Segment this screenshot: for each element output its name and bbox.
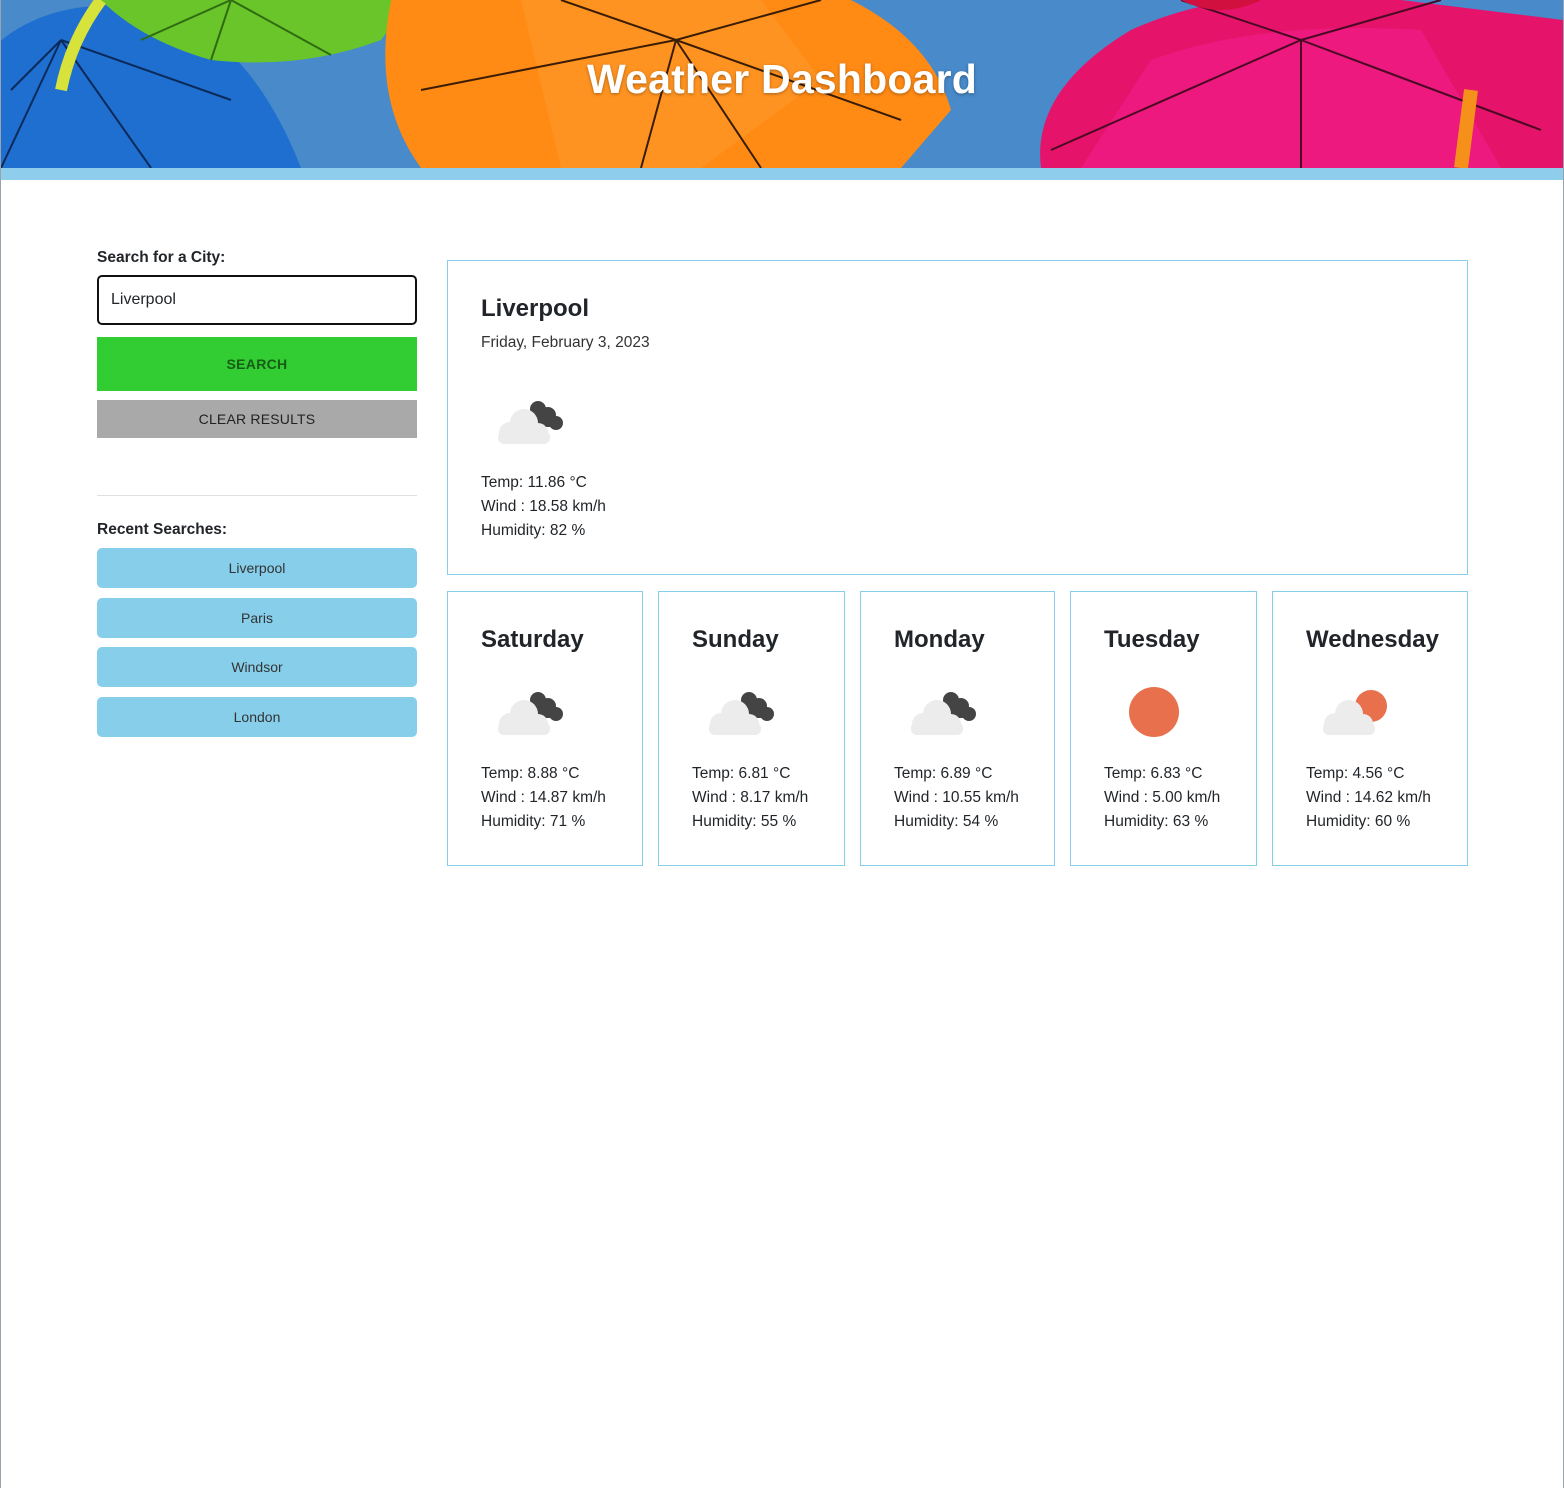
current-date: Friday, February 3, 2023	[481, 334, 650, 351]
forecast-humidity: Humidity: 54 %	[894, 813, 999, 830]
recent-search-london[interactable]: London	[97, 697, 417, 737]
recent-search-windsor[interactable]: Windsor	[97, 647, 417, 687]
forecast-wind: Wind : 14.87 km/h	[481, 789, 606, 806]
current-city: Liverpool	[481, 295, 590, 322]
clear-results-button[interactable]: CLEAR RESULTS	[97, 400, 417, 438]
forecast-temp: Temp: 6.83 °C	[1104, 765, 1203, 782]
broken-clouds-icon	[911, 692, 976, 735]
current-temp: Temp: 11.86 °C	[481, 474, 587, 491]
forecast-day: Monday	[894, 626, 985, 653]
sidebar-divider	[97, 495, 417, 496]
current-weather-card: Liverpool Friday, February 3, 2023 Temp:…	[447, 260, 1468, 575]
forecast-day: Tuesday	[1104, 626, 1200, 653]
forecast-day: Wednesday	[1306, 626, 1439, 653]
forecast-temp: Temp: 6.89 °C	[894, 765, 993, 782]
header-divider	[1, 168, 1563, 180]
page-title: Weather Dashboard	[587, 56, 977, 102]
forecast-wind: Wind : 14.62 km/h	[1306, 789, 1431, 806]
broken-clouds-icon	[498, 692, 563, 735]
forecast-temp: Temp: 6.81 °C	[692, 765, 791, 782]
broken-clouds-icon	[709, 692, 774, 735]
few-clouds-icon	[1323, 690, 1387, 735]
forecast-humidity: Humidity: 71 %	[481, 813, 586, 830]
recent-searches-label: Recent Searches:	[97, 521, 228, 538]
city-search-input[interactable]	[97, 275, 417, 325]
header-banner: Weather Dashboard	[1, 0, 1563, 168]
forecast-wind: Wind : 5.00 km/h	[1104, 789, 1221, 806]
forecast-humidity: Humidity: 55 %	[692, 813, 797, 830]
forecast-humidity: Humidity: 63 %	[1104, 813, 1209, 830]
forecast-card: Tuesday Temp: 6.83 °C Wind : 5.00 km/h H…	[1070, 591, 1257, 866]
search-label: Search for a City:	[97, 249, 226, 266]
forecast-temp: Temp: 4.56 °C	[1306, 765, 1405, 782]
forecast-humidity: Humidity: 60 %	[1306, 813, 1411, 830]
recent-search-liverpool[interactable]: Liverpool	[97, 548, 417, 588]
current-humidity: Humidity: 82 %	[481, 522, 586, 539]
recent-search-paris[interactable]: Paris	[97, 598, 417, 638]
forecast-card: Monday Temp: 6.89 °C Wind : 10.55 km/h H…	[860, 591, 1055, 866]
broken-clouds-icon	[498, 401, 563, 444]
forecast-card: Sunday Temp: 6.81 °C Wind : 8.17 km/h Hu…	[658, 591, 845, 866]
clear-sky-icon	[1129, 687, 1179, 737]
forecast-wind: Wind : 10.55 km/h	[894, 789, 1019, 806]
forecast-card: Wednesday Temp: 4.56 °C Wind : 14.62 km/…	[1272, 591, 1468, 866]
current-wind: Wind : 18.58 km/h	[481, 498, 606, 515]
forecast-day: Saturday	[481, 626, 584, 653]
search-button[interactable]: SEARCH	[97, 337, 417, 391]
forecast-temp: Temp: 8.88 °C	[481, 765, 580, 782]
forecast-day: Sunday	[692, 626, 779, 653]
forecast-card: Saturday Temp: 8.88 °C Wind : 14.87 km/h…	[447, 591, 643, 866]
forecast-wind: Wind : 8.17 km/h	[692, 789, 809, 806]
